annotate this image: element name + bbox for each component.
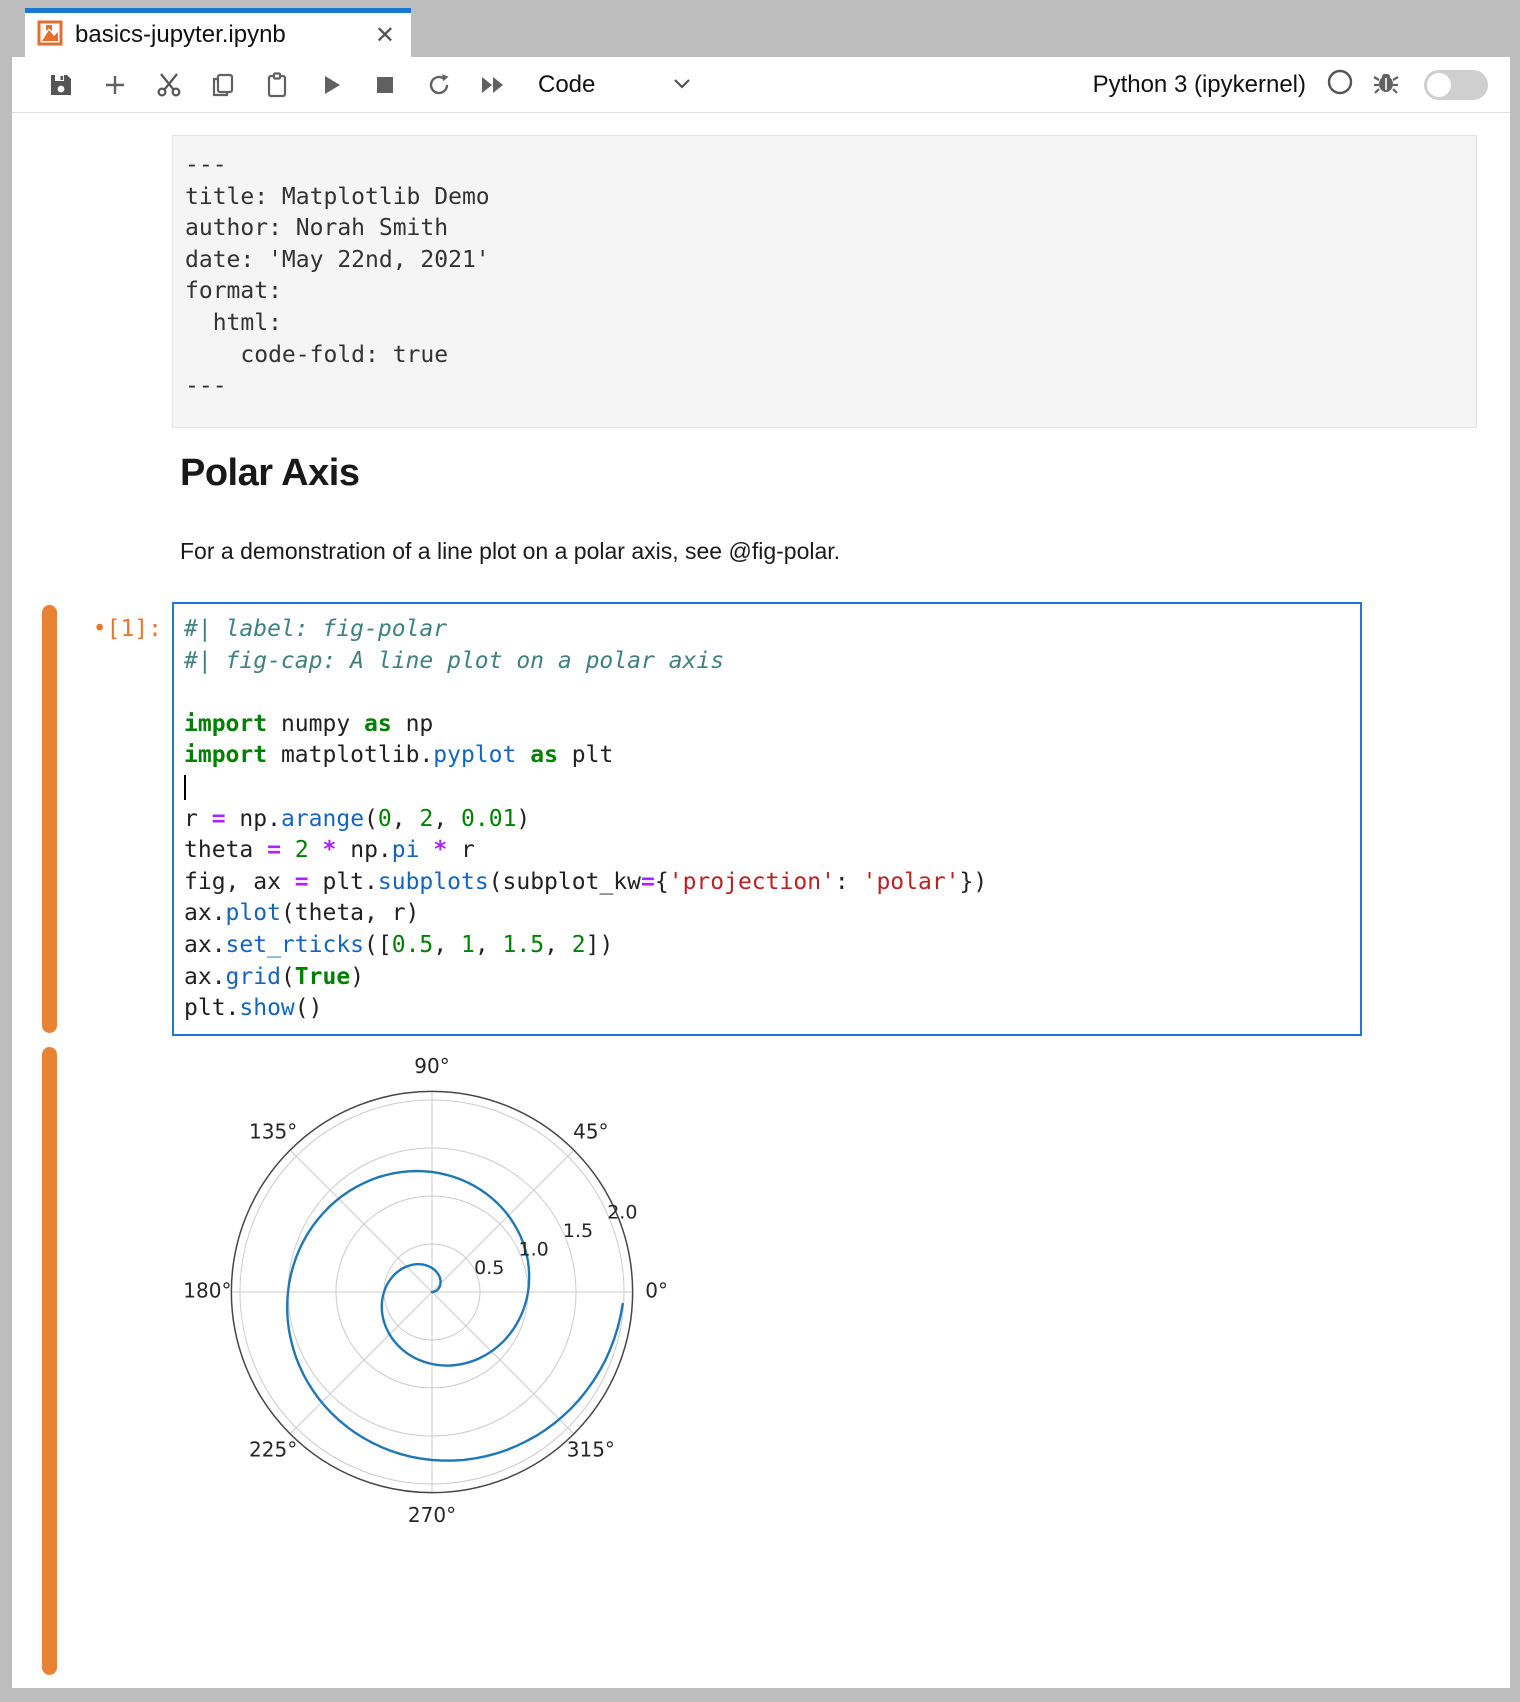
raw-cell[interactable]: --- title: Matplotlib Demo author: Norah… [172, 135, 1477, 428]
fast-forward-icon [479, 73, 507, 97]
save-button[interactable] [34, 65, 88, 105]
cut-cells-button[interactable] [142, 65, 196, 105]
toggle-knob [1427, 73, 1451, 97]
svg-text:45°: 45° [573, 1120, 608, 1144]
output-collapser[interactable] [42, 1047, 57, 1675]
tab-basics-jupyter[interactable]: basics-jupyter.ipynb ✕ [25, 8, 411, 57]
markdown-paragraph: For a demonstration of a line plot on a … [180, 538, 840, 565]
scissors-icon [155, 71, 183, 99]
code-lines: #| label: fig-polar#| fig-cap: A line pl… [184, 614, 1350, 1025]
restart-kernel-button[interactable] [412, 65, 466, 105]
execution-count-prompt: •[1]: [60, 616, 162, 642]
svg-text:1.0: 1.0 [519, 1238, 549, 1260]
jupyterlab-screenshot: { "tab": { "title": "basics-jupyter.ipyn… [0, 0, 1520, 1702]
svg-text:1.5: 1.5 [563, 1220, 593, 1242]
svg-text:90°: 90° [414, 1054, 449, 1078]
kernel-name[interactable]: Python 3 (ipykernel) [1093, 71, 1306, 99]
svg-text:135°: 135° [249, 1120, 297, 1144]
kernel-status-icon [1326, 68, 1354, 101]
input-collapser[interactable] [42, 605, 57, 1033]
chevron-down-icon [673, 76, 691, 94]
clipboard-icon [264, 72, 290, 98]
stop-icon [374, 74, 396, 96]
run-cell-button[interactable] [304, 65, 358, 105]
close-icon[interactable]: ✕ [371, 21, 399, 50]
restart-run-all-button[interactable] [466, 65, 520, 105]
run-icon [319, 73, 343, 97]
interrupt-kernel-button[interactable] [358, 65, 412, 105]
tab-title: basics-jupyter.ipynb [75, 21, 359, 49]
svg-text:180°: 180° [183, 1279, 231, 1303]
add-cell-button[interactable] [88, 65, 142, 105]
simple-mode-toggle[interactable] [1424, 70, 1488, 100]
restart-icon [426, 72, 452, 98]
cell-type-value: Code [538, 71, 595, 99]
svg-text:0°: 0° [645, 1279, 668, 1303]
svg-text:0.5: 0.5 [474, 1257, 504, 1279]
paste-cells-button[interactable] [250, 65, 304, 105]
svg-text:315°: 315° [567, 1437, 615, 1461]
polar-plot: 0° 45° 90° 135° 180° 225° 270° 315° 0.5 1.0 1.5 2.0 [180, 1043, 700, 1543]
svg-text:2.0: 2.0 [607, 1202, 637, 1224]
plus-icon [102, 72, 128, 98]
cell-type-dropdown[interactable]: Code [538, 71, 691, 99]
svg-text:270°: 270° [408, 1503, 456, 1527]
copy-icon [210, 72, 236, 98]
copy-cells-button[interactable] [196, 65, 250, 105]
notebook-toolbar: Code Python 3 (ipykernel) [12, 57, 1510, 113]
svg-text:225°: 225° [249, 1437, 297, 1461]
cell-output: 0° 45° 90° 135° 180° 225° 270° 315° 0.5 1.0 1.5 2.0 [180, 1043, 700, 1543]
page-title: Polar Axis [180, 452, 359, 495]
debugger-bug-icon[interactable] [1372, 68, 1400, 101]
save-icon [48, 72, 74, 98]
notebook-icon [37, 20, 63, 51]
raw-cell-text: --- title: Matplotlib Demo author: Norah… [185, 150, 1464, 403]
code-editor[interactable]: #| label: fig-polar#| fig-cap: A line pl… [172, 602, 1362, 1036]
